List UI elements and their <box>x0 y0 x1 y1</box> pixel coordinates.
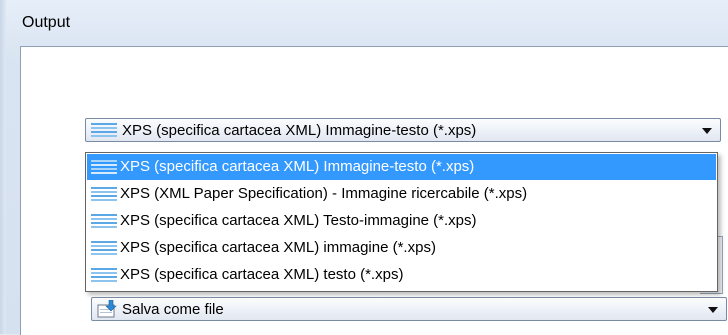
format-option-immagine-testo[interactable]: XPS (specifica cartacea XML) Immagine-te… <box>87 154 716 180</box>
window-edge <box>0 0 6 334</box>
output-format-select[interactable]: XPS (specifica cartacea XML) Immagine-te… <box>85 118 721 142</box>
chevron-down-icon[interactable] <box>708 307 718 313</box>
xps-document-icon <box>91 187 117 201</box>
output-format-dropdown: XPS (specifica cartacea XML) Immagine-te… <box>85 152 718 292</box>
chevron-down-icon[interactable] <box>702 128 712 134</box>
format-option-testo-immagine[interactable]: XPS (specifica cartacea XML) Testo-immag… <box>87 208 716 234</box>
xps-document-icon <box>91 160 117 174</box>
save-destination-select[interactable]: Salva come file <box>91 297 727 321</box>
format-option-label: XPS (specifica cartacea XML) immagine (*… <box>120 239 436 256</box>
format-option-label: XPS (specifica cartacea XML) Testo-immag… <box>120 212 477 229</box>
output-panel: Output XPS (specifica cartacea XML) Imma… <box>0 0 728 335</box>
xps-document-icon <box>91 268 117 282</box>
xps-document-icon <box>91 241 117 255</box>
save-to-file-icon <box>97 300 117 318</box>
format-option-label: XPS (specifica cartacea XML) Immagine-te… <box>120 158 475 175</box>
format-option-immagine-ricercabile[interactable]: XPS (XML Paper Specification) - Immagine… <box>87 181 716 207</box>
format-option-immagine[interactable]: XPS (specifica cartacea XML) immagine (*… <box>87 235 716 261</box>
xps-document-icon <box>91 214 117 228</box>
output-format-value: XPS (specifica cartacea XML) Immagine-te… <box>122 122 477 139</box>
save-destination-value: Salva come file <box>122 301 224 318</box>
format-option-testo[interactable]: XPS (specifica cartacea XML) testo (*.xp… <box>87 262 716 288</box>
xps-document-icon <box>91 123 117 137</box>
format-option-label: XPS (specifica cartacea XML) testo (*.xp… <box>120 266 404 283</box>
format-option-label: XPS (XML Paper Specification) - Immagine… <box>120 185 528 202</box>
panel-title: Output <box>22 14 71 31</box>
